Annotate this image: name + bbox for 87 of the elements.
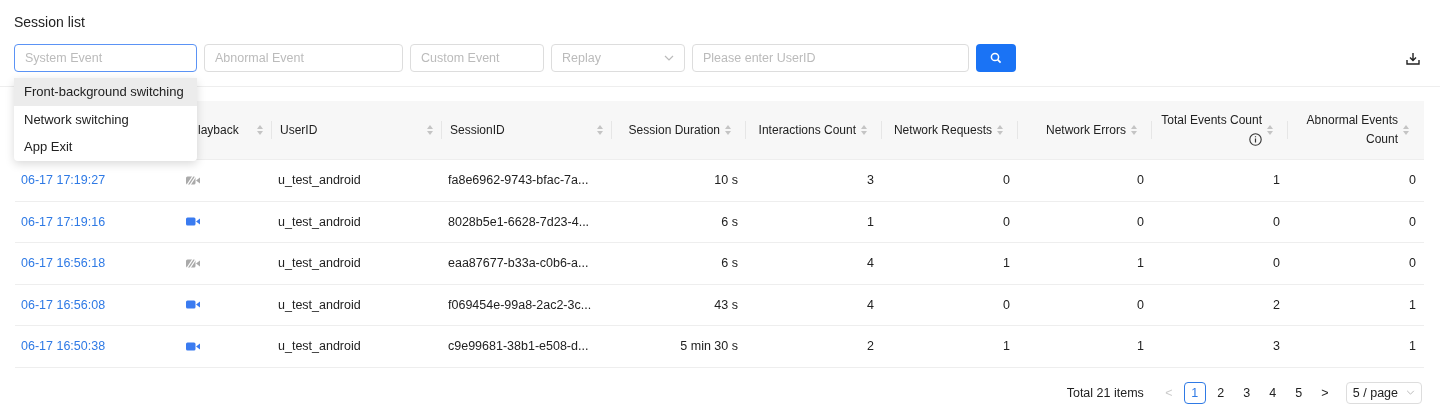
table-cell: 1 [1409, 339, 1416, 354]
session-time-link[interactable]: 06-17 16:56:18 [21, 256, 106, 271]
download-icon[interactable] [1406, 51, 1420, 65]
table-cell: u_test_android [278, 214, 361, 229]
table-cell: 43 s [714, 297, 738, 312]
session-time-link[interactable]: 06-17 17:19:27 [21, 173, 106, 188]
column-header: Network Errors [1046, 121, 1126, 139]
column-header: UserID [280, 121, 318, 139]
page-button[interactable]: 3 [1235, 381, 1258, 404]
sort-icon[interactable] [1130, 124, 1138, 136]
dropdown-item[interactable]: Network switching [14, 105, 197, 133]
table-cell: c9e99681-38b1-e508-d... [448, 339, 589, 354]
session-time-link[interactable]: 06-17 17:19:16 [21, 214, 106, 229]
column-header: SessionID [450, 121, 505, 139]
table-cell: eaa87677-b33a-c0b6-a... [448, 256, 589, 271]
page-button[interactable]: 1 [1183, 381, 1206, 404]
table-cell: 10 s [714, 173, 738, 188]
table-cell: u_test_android [278, 173, 361, 188]
chevron-down-icon [1406, 390, 1415, 395]
user-id-field[interactable]: Please enter UserID [692, 44, 969, 72]
table-cell: 2 [867, 339, 874, 354]
dropdown-item[interactable]: Front-background switching [14, 78, 197, 106]
table-cell: 4 [867, 256, 874, 271]
table-cell: 1 [1003, 339, 1010, 354]
column-header: Total Events Count [1161, 111, 1262, 149]
table-cell: 1 [1137, 256, 1144, 271]
column-header: layback [198, 121, 239, 139]
table-cell: 5 min 30 s [680, 339, 738, 354]
search-button[interactable] [976, 44, 1016, 72]
system-event-field[interactable]: System Event [14, 44, 197, 72]
column-header: Network Requests [893, 121, 992, 139]
page-button[interactable]: 5 [1287, 381, 1310, 404]
table-cell: 6 s [721, 214, 738, 229]
column-header: Session Duration [628, 121, 720, 139]
table-cell: 2 [1273, 297, 1280, 312]
table-cell: 3 [1273, 339, 1280, 354]
table-cell: 0 [1003, 297, 1010, 312]
table-cell: 4 [867, 297, 874, 312]
sort-icon[interactable] [596, 124, 604, 136]
chevron-down-icon [664, 55, 674, 61]
sort-icon[interactable] [426, 124, 434, 136]
session-time-link[interactable]: 06-17 16:50:38 [21, 339, 106, 354]
table-cell: 0 [1137, 297, 1144, 312]
column-header: Abnormal Events Count [1305, 112, 1398, 148]
sort-icon[interactable] [860, 124, 868, 136]
abnormal-event-field[interactable]: Abnormal Event [204, 44, 403, 72]
video-camera-icon[interactable] [186, 300, 200, 310]
total-items-text: Total 21 items [1066, 385, 1144, 400]
page-title: Session list [14, 14, 86, 30]
page-size-select[interactable]: 5 / page [1345, 381, 1422, 404]
table-cell: 1 [1137, 339, 1144, 354]
table-cell: u_test_android [278, 256, 361, 271]
session-time-link[interactable]: 06-17 16:56:08 [21, 297, 106, 312]
table-cell: 0 [1409, 256, 1416, 271]
table-cell: 6 s [721, 256, 738, 271]
table-cell: 3 [867, 173, 874, 188]
sort-icon[interactable] [724, 124, 732, 136]
table-cell: 0 [1137, 214, 1144, 229]
table-cell: 1 [1003, 256, 1010, 271]
table-cell: 0 [1137, 173, 1144, 188]
table-cell: u_test_android [278, 339, 361, 354]
table-cell: u_test_android [278, 297, 361, 312]
table-cell: 0 [1273, 256, 1280, 271]
search-icon [990, 52, 1002, 64]
table-cell: 8028b5e1-6628-7d23-4... [448, 214, 590, 229]
video-camera-icon[interactable] [186, 341, 200, 351]
table-cell: 0 [1003, 173, 1010, 188]
page-button[interactable]: 2 [1209, 381, 1232, 404]
custom-event-field[interactable]: Custom Event [410, 44, 544, 72]
dropdown-item[interactable]: App Exit [14, 133, 197, 161]
column-header: Interactions Count [758, 121, 856, 139]
page-button[interactable]: 4 [1261, 381, 1284, 404]
sort-icon[interactable] [256, 124, 264, 136]
table-cell: 1 [867, 214, 874, 229]
table-cell: 0 [1003, 214, 1010, 229]
sort-icon[interactable] [996, 124, 1004, 136]
video-camera-icon[interactable] [186, 217, 200, 227]
table-cell: f069454e-99a8-2ac2-3c... [448, 297, 592, 312]
next-page-button[interactable]: > [1313, 381, 1336, 404]
sort-icon[interactable] [1402, 124, 1410, 136]
table-cell: 1 [1273, 173, 1280, 188]
table-cell: 1 [1409, 297, 1416, 312]
table-cell: 0 [1273, 214, 1280, 229]
table-cell: 0 [1409, 173, 1416, 188]
table-cell: fa8e6962-9743-bfac-7a... [448, 173, 589, 188]
sort-icon[interactable] [1266, 124, 1274, 136]
table-cell: 0 [1409, 214, 1416, 229]
